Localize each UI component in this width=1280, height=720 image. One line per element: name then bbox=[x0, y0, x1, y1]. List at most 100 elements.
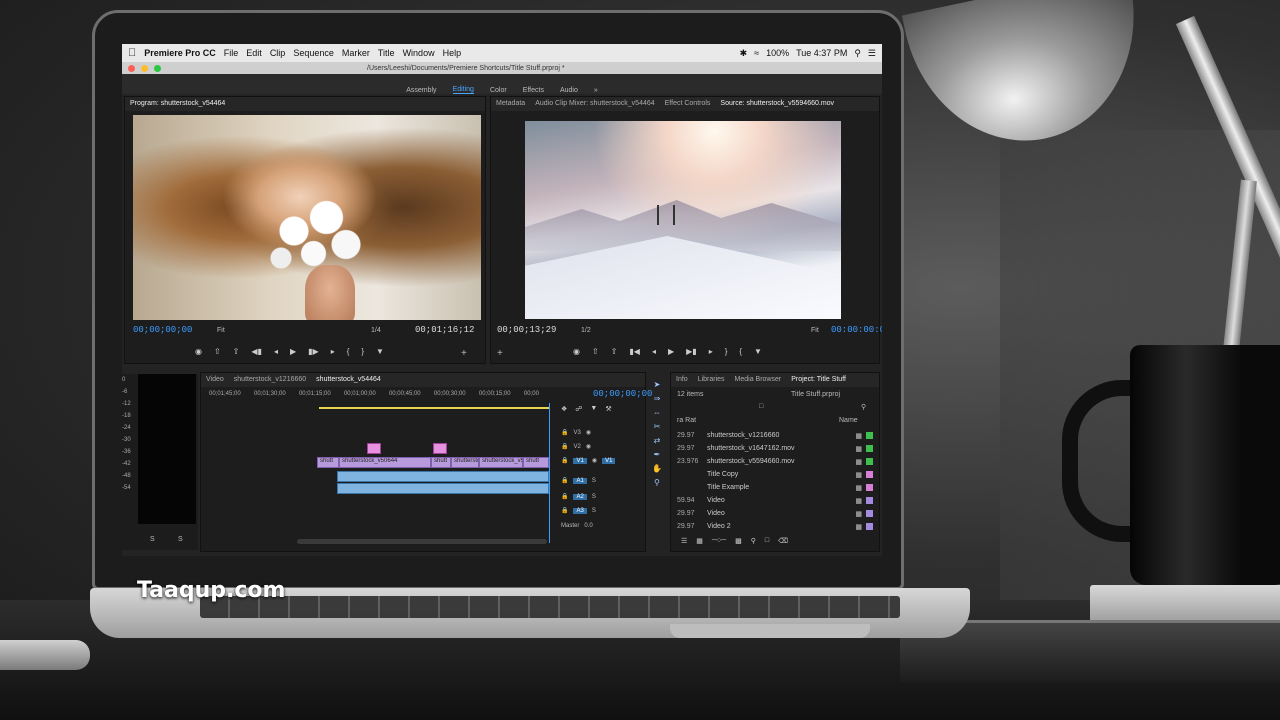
program-resolution-select[interactable]: 1/4 bbox=[371, 327, 381, 334]
track-header-v2[interactable]: 🔒 V2 ◉ bbox=[561, 443, 591, 451]
column-name[interactable]: Name bbox=[839, 417, 858, 424]
source-step-forward-icon[interactable]: ▶▮ bbox=[686, 347, 697, 356]
source-resolution-select[interactable]: 1/2 bbox=[581, 327, 591, 334]
wifi-icon[interactable]: ≈ bbox=[754, 48, 759, 59]
export-frame-icon[interactable]: ◉ bbox=[195, 347, 202, 356]
video-clip-v1[interactable]: shutt bbox=[431, 457, 451, 468]
label-swatch[interactable] bbox=[866, 458, 873, 465]
video-clip-v1[interactable]: shutterstock_v5544 bbox=[451, 457, 479, 468]
list-item[interactable]: Title Example ▦ bbox=[677, 481, 873, 494]
menu-help[interactable]: Help bbox=[443, 48, 462, 58]
timeline-scrollbar[interactable] bbox=[297, 539, 547, 544]
wrench-icon[interactable]: ⚒ bbox=[605, 405, 611, 413]
workspace-effects[interactable]: Effects bbox=[523, 87, 544, 94]
clock[interactable]: Tue 4:37 PM bbox=[796, 48, 847, 59]
source-fit-select[interactable]: Fit bbox=[811, 327, 819, 334]
zoom-slider[interactable]: ─○─ bbox=[712, 537, 726, 545]
linked-selection-icon[interactable]: ☍ bbox=[575, 405, 582, 413]
step-forward-icon[interactable]: ▮▶ bbox=[308, 347, 319, 356]
title-clip-v2[interactable] bbox=[433, 443, 447, 454]
workspace-assembly[interactable]: Assembly bbox=[406, 87, 436, 94]
find-icon[interactable]: ⚲ bbox=[751, 537, 756, 545]
video-clip-v1[interactable]: shutterstock_v5644 bbox=[479, 457, 523, 468]
source-mark-out-icon[interactable]: } bbox=[725, 347, 728, 356]
list-item[interactable]: Title Copy ▦ bbox=[677, 468, 873, 481]
audio-clip-a1[interactable] bbox=[337, 471, 549, 482]
menu-window[interactable]: Window bbox=[403, 48, 435, 58]
list-item[interactable]: 29.97 Video ▦ bbox=[677, 507, 873, 520]
source-go-to-in-icon[interactable]: ◂ bbox=[652, 347, 656, 356]
track-header-a1[interactable]: 🔒 A1 S bbox=[561, 477, 596, 484]
tab-libraries[interactable]: Libraries bbox=[698, 376, 725, 384]
menu-app-name[interactable]: Premiere Pro CC bbox=[144, 48, 216, 58]
list-item[interactable]: 29.97 shutterstock_v1647162.mov ▦ bbox=[677, 442, 873, 455]
workspace-color[interactable]: Color bbox=[490, 87, 507, 94]
tab-program[interactable]: Program: shutterstock_v54464 bbox=[130, 100, 225, 108]
mark-out-icon[interactable]: } bbox=[361, 347, 364, 356]
label-swatch[interactable] bbox=[866, 471, 873, 478]
workspace-editing[interactable]: Editing bbox=[452, 86, 474, 94]
razor-tool-icon[interactable]: ✂ bbox=[654, 422, 661, 431]
new-bin-icon[interactable]: □ bbox=[759, 403, 763, 410]
timeline-ruler[interactable]: 00;01;45;00 00;01;30;00 00;01;15;00 00;0… bbox=[209, 391, 539, 405]
track-header-master[interactable]: Master 0.0 bbox=[561, 523, 593, 529]
track-header-a3[interactable]: 🔒 A3 S bbox=[561, 507, 596, 514]
track-header-a2[interactable]: 🔒 A2 S bbox=[561, 493, 596, 500]
source-step-back-icon[interactable]: ▮◀ bbox=[629, 347, 640, 356]
lift-icon[interactable]: ⇧ bbox=[214, 347, 221, 356]
source-play-icon[interactable]: ▶ bbox=[668, 347, 674, 356]
minimize-window-icon[interactable] bbox=[141, 64, 148, 72]
slip-tool-icon[interactable]: ⇄ bbox=[654, 436, 661, 445]
apple-icon[interactable]:  bbox=[128, 47, 136, 59]
eye-icon[interactable]: ◉ bbox=[586, 443, 591, 450]
snap-icon[interactable]: ❖ bbox=[561, 405, 567, 413]
go-to-in-icon[interactable]: ◂ bbox=[274, 347, 278, 356]
tab-sequence-54464[interactable]: shutterstock_v54464 bbox=[316, 376, 381, 384]
menu-title[interactable]: Title bbox=[378, 48, 395, 58]
workspace-more-icon[interactable]: » bbox=[594, 87, 598, 94]
selection-tool-icon[interactable]: ➤ bbox=[654, 380, 661, 389]
tab-audio-clip-mixer[interactable]: Audio Clip Mixer: shutterstock_v54464 bbox=[535, 100, 654, 108]
timeline-playhead-timecode[interactable]: 00;00;00;00 bbox=[593, 389, 652, 399]
add-marker-timeline-icon[interactable]: ▼ bbox=[590, 405, 597, 413]
step-back-icon[interactable]: ◀▮ bbox=[251, 347, 262, 356]
list-item[interactable]: 29.97 Video 2 ▦ bbox=[677, 520, 873, 533]
lock-icon[interactable]: 🔒 bbox=[561, 429, 568, 436]
zoom-tool-icon[interactable]: ⚲ bbox=[654, 478, 660, 487]
source-export-frame-icon[interactable]: ◉ bbox=[573, 347, 580, 356]
tab-info[interactable]: Info bbox=[676, 376, 688, 384]
meter-solo-left[interactable]: S bbox=[150, 536, 155, 543]
solo-button[interactable]: S bbox=[592, 478, 596, 484]
tab-media-browser[interactable]: Media Browser bbox=[735, 376, 782, 384]
automate-icon[interactable]: ▩ bbox=[735, 537, 742, 545]
menu-edit[interactable]: Edit bbox=[246, 48, 262, 58]
source-video-frame[interactable] bbox=[525, 121, 841, 319]
menu-sequence[interactable]: Sequence bbox=[293, 48, 334, 58]
list-item[interactable]: 23.976 shutterstock_v5594660.mov ▦ bbox=[677, 455, 873, 468]
source-add-button-icon[interactable]: + bbox=[497, 348, 503, 359]
project-search-icon[interactable]: ⚲ bbox=[861, 403, 866, 411]
list-item[interactable]: 29.97 shutterstock_v1216660 ▦ bbox=[677, 429, 873, 442]
source-overwrite-icon[interactable]: ⇧ bbox=[611, 347, 618, 356]
list-view-icon[interactable]: ☰ bbox=[681, 537, 687, 545]
label-swatch[interactable] bbox=[866, 510, 873, 517]
program-video-frame[interactable] bbox=[133, 115, 481, 320]
tab-source[interactable]: Source: shutterstock_v5594660.mov bbox=[720, 100, 834, 108]
label-swatch[interactable] bbox=[866, 484, 873, 491]
tab-sequence-video[interactable]: Video bbox=[206, 376, 224, 384]
work-area-bar[interactable] bbox=[319, 407, 549, 409]
tab-sequence-1216660[interactable]: shutterstock_v1216660 bbox=[234, 376, 306, 384]
bluetooth-icon[interactable]: ✱ bbox=[740, 48, 748, 59]
tab-metadata[interactable]: Metadata bbox=[496, 100, 525, 108]
track-header-v1[interactable]: 🔒 V1 ◉ V1 bbox=[561, 457, 616, 464]
menu-clip[interactable]: Clip bbox=[270, 48, 286, 58]
new-item-icon[interactable]: □ bbox=[765, 537, 769, 545]
label-swatch[interactable] bbox=[866, 497, 873, 504]
go-to-out-icon[interactable]: ▸ bbox=[331, 347, 335, 356]
list-item[interactable]: 59.94 Video ▦ bbox=[677, 494, 873, 507]
solo-button[interactable]: S bbox=[592, 508, 596, 514]
mark-in-icon[interactable]: { bbox=[347, 347, 350, 356]
play-icon[interactable]: ▶ bbox=[290, 347, 296, 356]
playhead[interactable] bbox=[549, 403, 550, 543]
label-swatch[interactable] bbox=[866, 445, 873, 452]
